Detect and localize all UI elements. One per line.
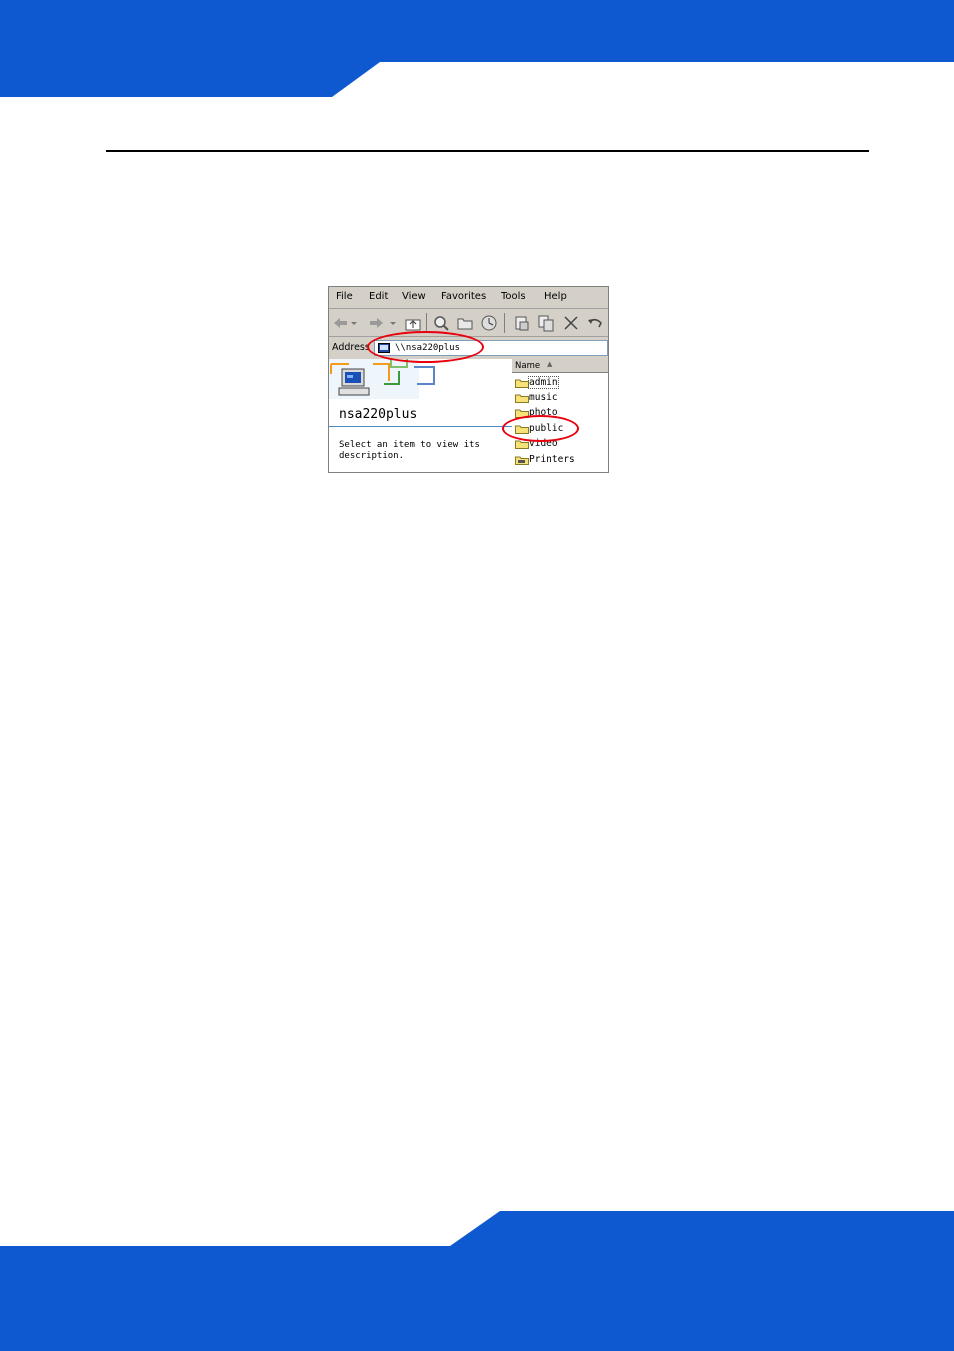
- address-value: \\nsa220plus: [395, 343, 461, 353]
- share-title: nsa220plus: [339, 407, 418, 422]
- list-item-music[interactable]: music: [512, 390, 608, 405]
- bottom-banner: [0, 1211, 954, 1351]
- move-to-icon[interactable]: [513, 314, 531, 332]
- list-item-public[interactable]: public: [512, 421, 608, 436]
- menu-tools[interactable]: Tools: [501, 291, 526, 302]
- dropdown-icon[interactable]: [389, 314, 397, 332]
- list-item-photo[interactable]: photo: [512, 405, 608, 420]
- menu-help[interactable]: Help: [544, 291, 567, 302]
- delete-icon[interactable]: [562, 314, 580, 332]
- printers-folder-icon: [515, 456, 529, 465]
- folders-icon[interactable]: [456, 314, 474, 332]
- list-item-label: Printers: [529, 454, 575, 465]
- undo-icon[interactable]: [586, 314, 604, 332]
- explorer-window: File Edit View Favorites Tools Help Addr…: [328, 286, 609, 473]
- address-label: Address: [332, 342, 370, 353]
- list-item-label: video: [529, 438, 558, 449]
- share-details-pane: nsa220plus Select an item to view its de…: [329, 359, 512, 472]
- menu-edit[interactable]: Edit: [369, 291, 388, 302]
- share-description: Select an item to view its description.: [339, 440, 480, 461]
- banner-graphic: [329, 359, 512, 405]
- address-bar: Address \\nsa220plus: [329, 337, 608, 359]
- name-column-header[interactable]: Name ▲: [512, 359, 608, 373]
- list-item-printers[interactable]: Printers: [512, 452, 608, 467]
- menu-bar: File Edit View Favorites Tools Help: [329, 287, 608, 309]
- dropdown-icon[interactable]: [350, 314, 358, 332]
- shared-folder-icon: [515, 394, 529, 403]
- back-icon[interactable]: [332, 314, 350, 332]
- top-banner: [0, 0, 954, 97]
- search-icon[interactable]: [432, 314, 450, 332]
- shared-folder-icon: [515, 379, 529, 388]
- copy-to-icon[interactable]: [537, 314, 555, 332]
- toolbar: [329, 309, 608, 337]
- shared-folder-icon: [515, 425, 529, 434]
- network-computer-icon: [378, 343, 390, 353]
- forward-icon[interactable]: [367, 314, 385, 332]
- list-item-label: music: [529, 392, 558, 403]
- list-item-video[interactable]: video: [512, 436, 608, 451]
- pane-divider: [329, 426, 512, 427]
- history-icon[interactable]: [480, 314, 498, 332]
- column-label: Name: [515, 361, 541, 371]
- sort-ascending-icon: ▲: [547, 360, 553, 368]
- menu-file[interactable]: File: [336, 291, 353, 302]
- header-rule: [106, 150, 869, 152]
- list-item-label: public: [529, 423, 564, 434]
- file-list: Name ▲ admin music photo public video Pr…: [512, 359, 608, 472]
- shared-folder-icon: [515, 409, 529, 418]
- up-folder-icon[interactable]: [404, 314, 422, 332]
- list-item-label: photo: [529, 407, 558, 418]
- menu-favorites[interactable]: Favorites: [441, 291, 486, 302]
- shared-folder-icon: [515, 440, 529, 449]
- menu-view[interactable]: View: [402, 291, 426, 302]
- list-item-admin[interactable]: admin: [512, 375, 608, 390]
- address-input[interactable]: \\nsa220plus: [374, 340, 608, 356]
- list-item-label: admin: [528, 376, 559, 389]
